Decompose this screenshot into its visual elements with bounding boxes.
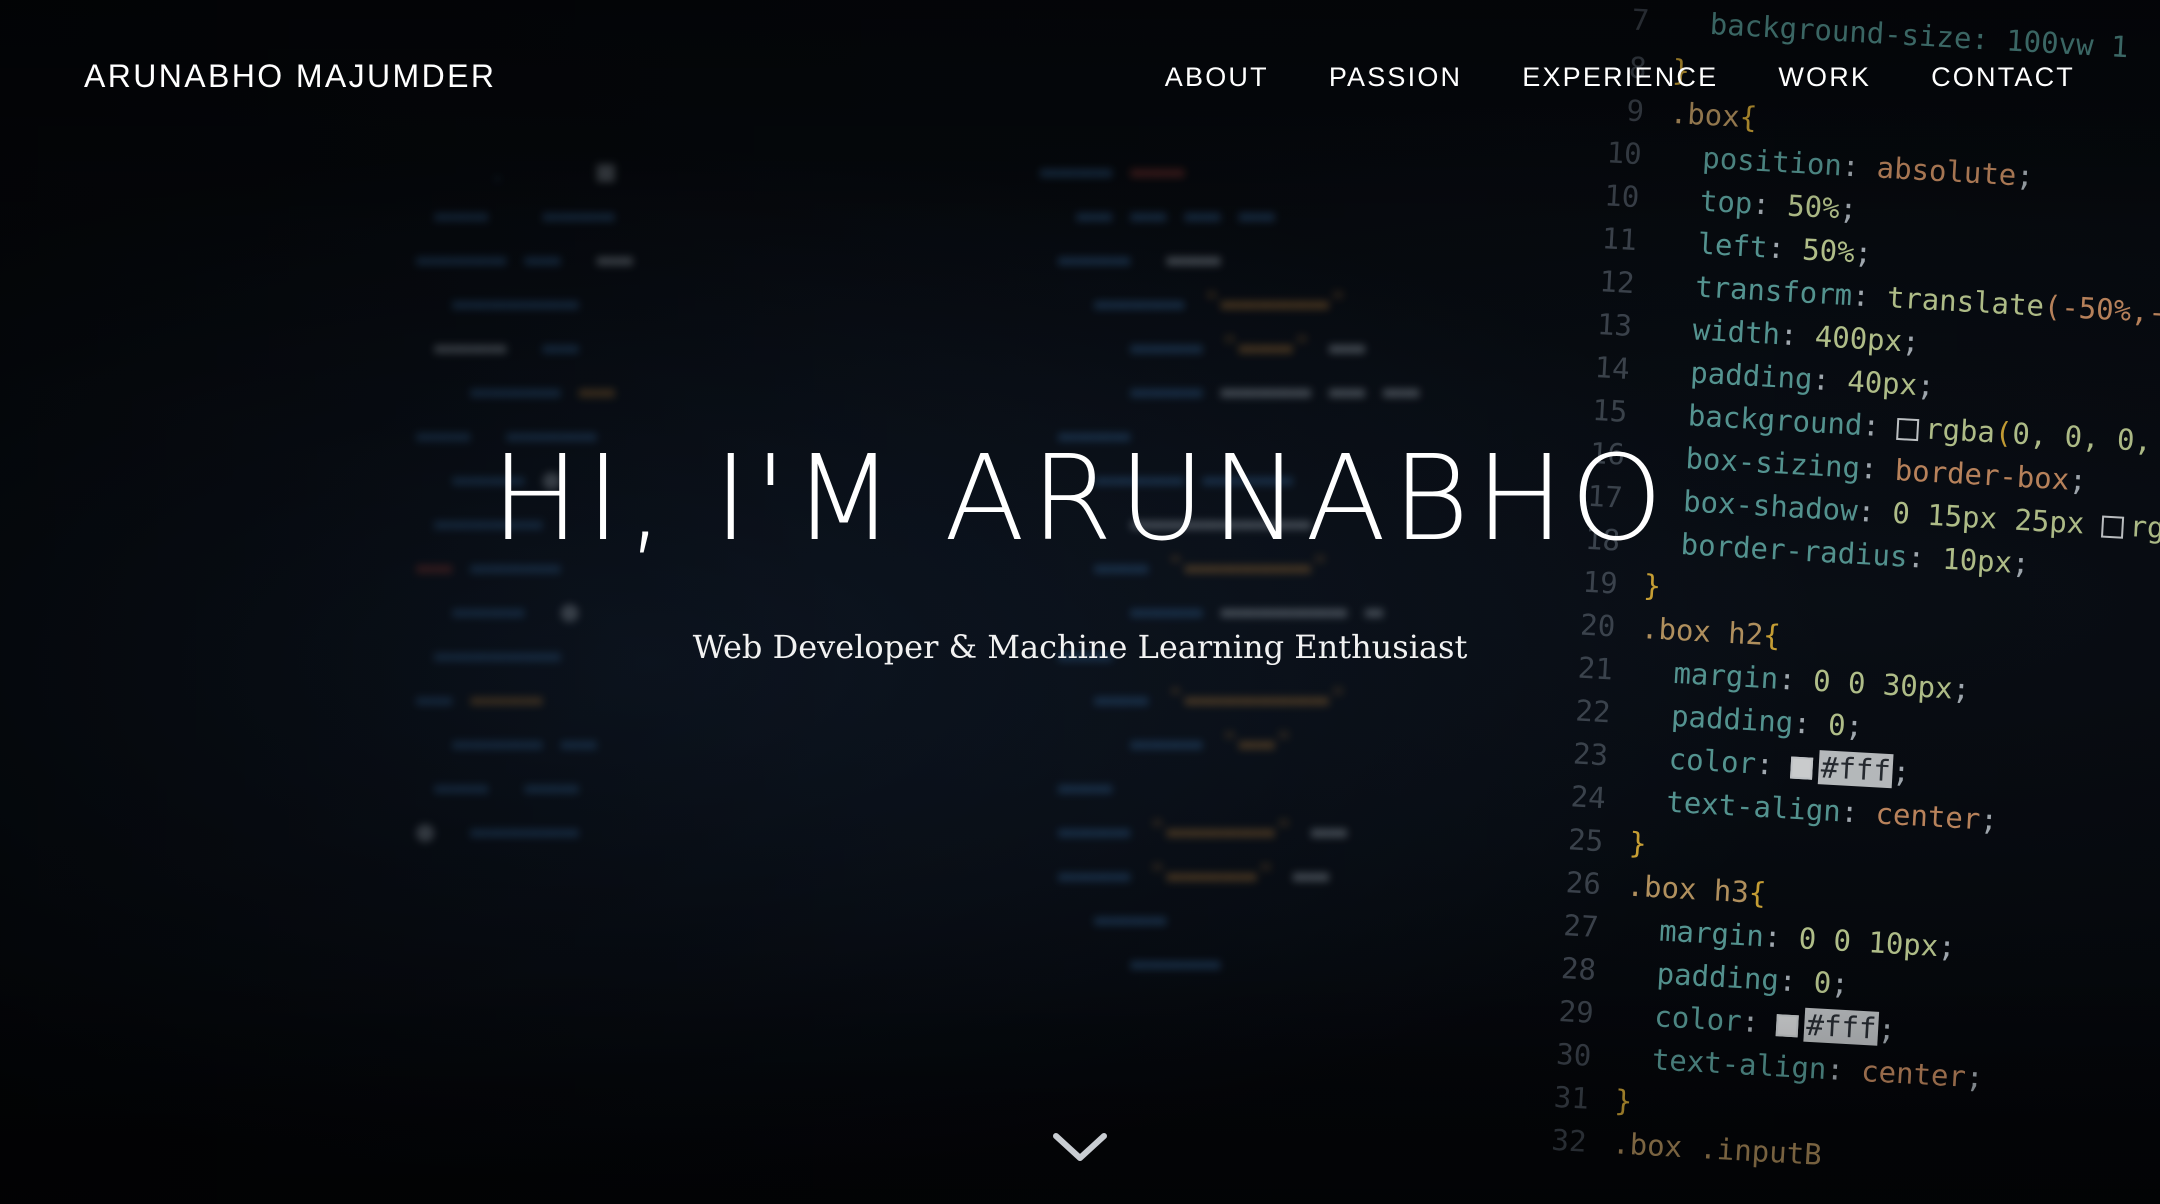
hero-subtitle: Web Developer & Machine Learning Enthusi… <box>692 628 1468 666</box>
top-navbar: ARUNABHO MAJUMDER ABOUT PASSION EXPERIEN… <box>0 0 2160 160</box>
chevron-down-icon <box>1053 1133 1107 1161</box>
nav-item-contact[interactable]: CONTACT <box>1931 62 2075 93</box>
main-nav: ABOUT PASSION EXPERIENCE WORK CONTACT <box>1165 62 2075 93</box>
nav-item-work[interactable]: WORK <box>1778 62 1871 93</box>
nav-item-about[interactable]: ABOUT <box>1165 62 1269 93</box>
nav-item-passion[interactable]: PASSION <box>1329 62 1462 93</box>
hero-section: . ■ ▬▬▬ ▬▬▬▬ ▬▬▬▬▬ ▬▬ ▬▬ ▬▬▬▬▬▬▬ ▬▬▬▬ ▬▬… <box>0 0 2160 1204</box>
brand-logo-link[interactable]: ARUNABHO MAJUMDER <box>84 58 496 95</box>
scroll-down-button[interactable] <box>1050 1128 1110 1168</box>
background-overlay <box>0 0 2160 1204</box>
background-code-image: . ■ ▬▬▬ ▬▬▬▬ ▬▬▬▬▬ ▬▬ ▬▬ ▬▬▬▬▬▬▬ ▬▬▬▬ ▬▬… <box>380 2 2160 1172</box>
hero-title: HI, I'M ARUNABHO <box>490 429 1670 567</box>
nav-item-experience[interactable]: EXPERIENCE <box>1522 62 1718 93</box>
